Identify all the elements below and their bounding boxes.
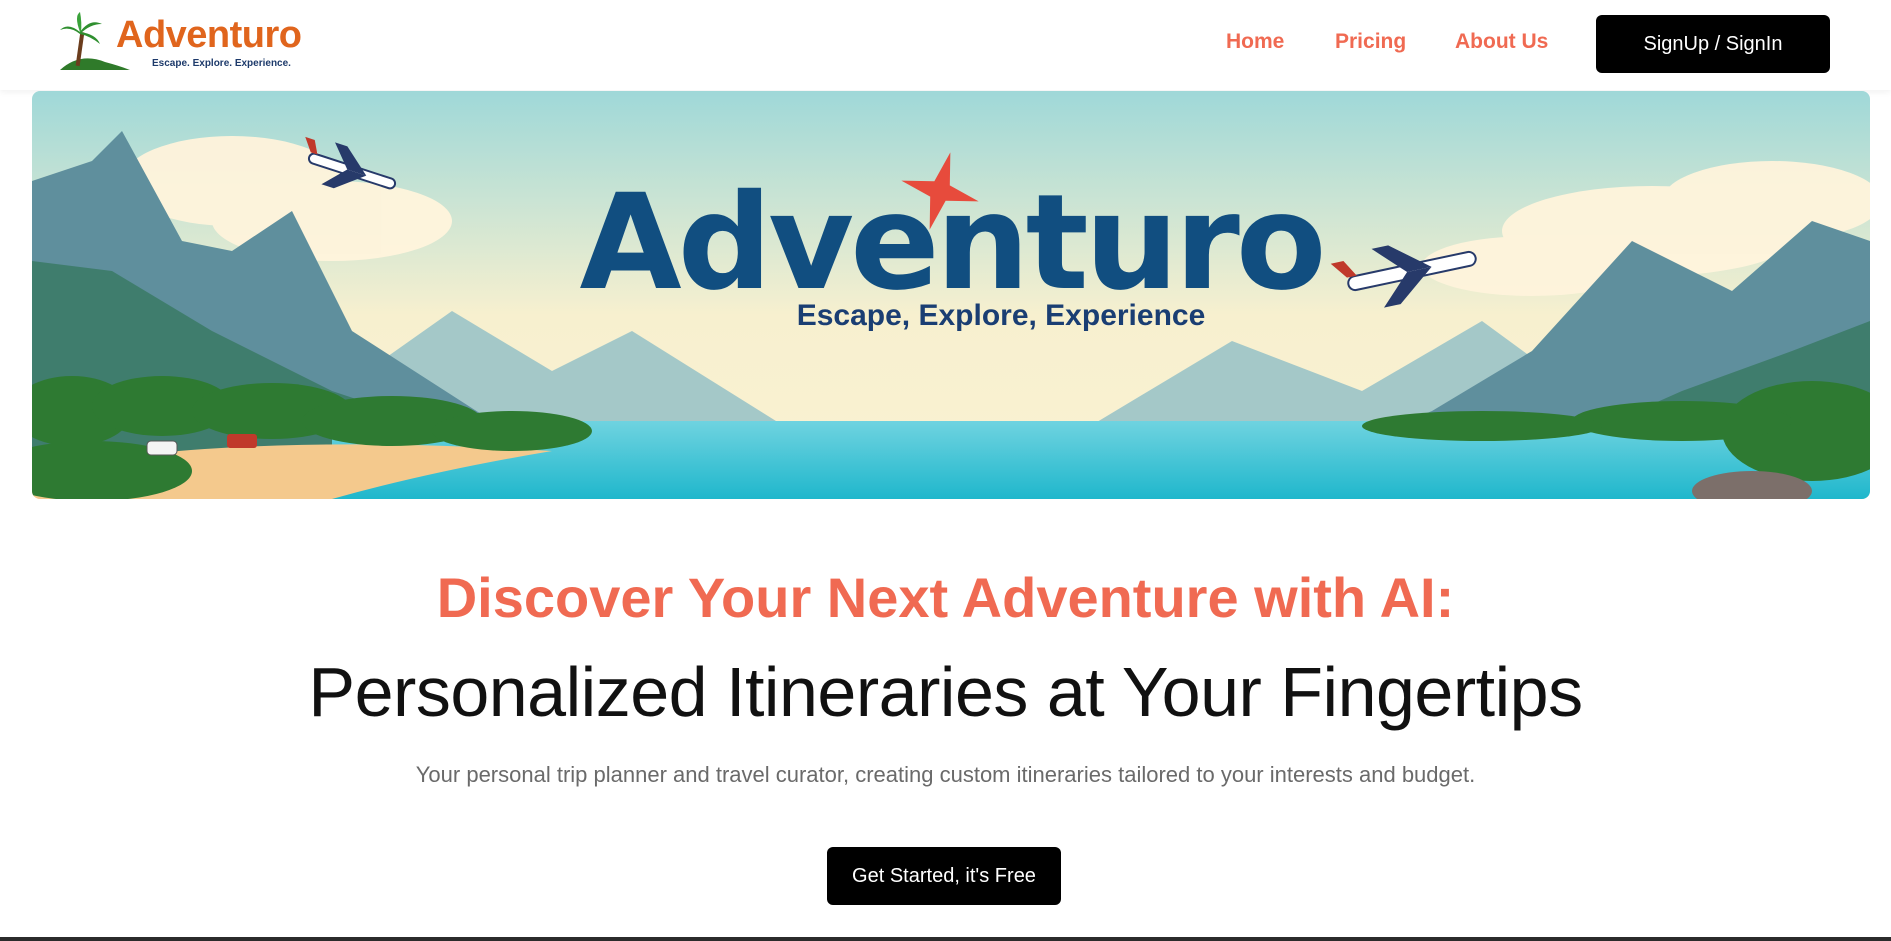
hero-heading: Discover Your Next Adventure with AI: <box>436 566 1455 629</box>
page-bottom-border <box>0 937 1891 941</box>
signup-signin-button[interactable]: SignUp / SignIn <box>1596 15 1830 73</box>
logo-tagline: Escape. Explore. Experience. <box>152 58 291 69</box>
site-header: Adventuro Escape. Explore. Experience. H… <box>0 0 1891 90</box>
logo[interactable]: Adventuro Escape. Explore. Experience. <box>60 8 302 74</box>
banner-title: Adventuro <box>579 166 1326 320</box>
nav-home-link[interactable]: Home <box>1226 30 1284 54</box>
nav-about-link[interactable]: About Us <box>1455 30 1548 54</box>
hero-banner-image: Adventuro Escape, Explore, Experience <box>32 91 1870 499</box>
get-started-button[interactable]: Get Started, it's Free <box>827 847 1061 905</box>
hero-subheading: Personalized Itineraries at Your Fingert… <box>308 653 1583 731</box>
logo-wordmark: Adventuro <box>116 14 302 56</box>
banner-tagline: Escape, Explore, Experience <box>796 299 1206 332</box>
nav-pricing-link[interactable]: Pricing <box>1335 30 1406 54</box>
hero-description: Your personal trip planner and travel cu… <box>415 762 1476 787</box>
